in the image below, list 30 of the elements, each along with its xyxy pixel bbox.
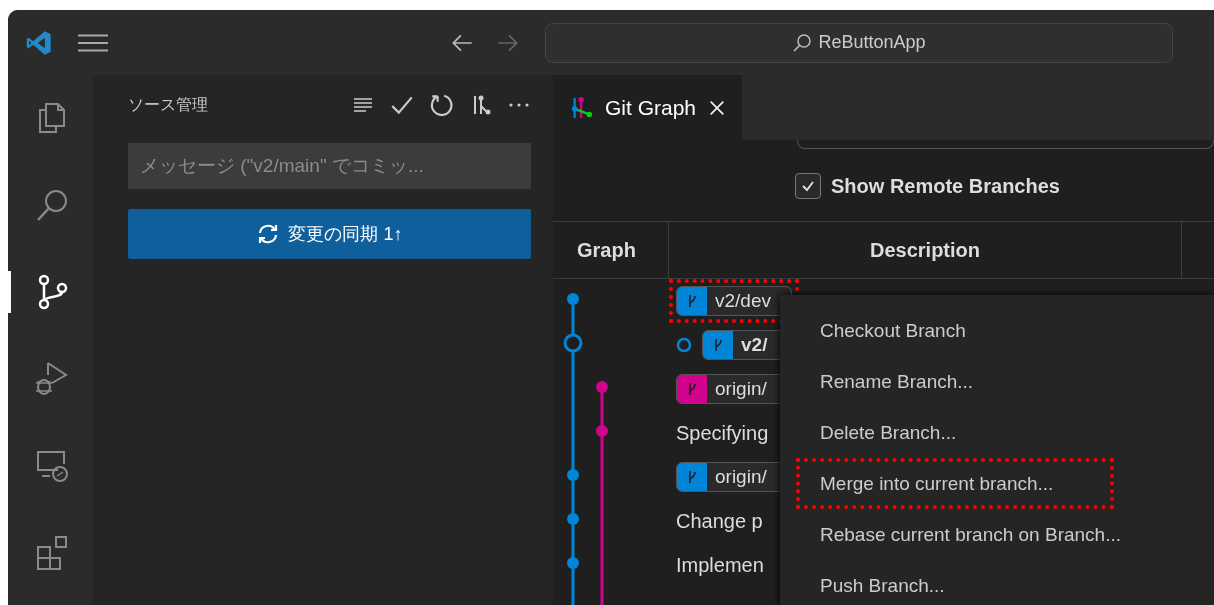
column-header: Description [669, 222, 1182, 278]
branch-label[interactable]: v2/dev [676, 286, 792, 316]
menu-item[interactable]: Delete Branch... [784, 407, 1204, 458]
refresh-icon[interactable] [429, 92, 455, 118]
menu-item[interactable]: Push Branch... [784, 560, 1204, 605]
menu-item[interactable]: Merge into current branch... [796, 458, 1114, 509]
head-commit-circle [563, 333, 583, 353]
commit-dot [567, 557, 579, 569]
commit-dot [567, 469, 579, 481]
sync-changes-button[interactable]: 変更の同期 1↑ [128, 209, 531, 259]
sidebar-title: ソース管理 [128, 94, 208, 116]
search-icon [792, 32, 813, 53]
git-graph-icon [571, 94, 593, 121]
commit-dot [567, 513, 579, 525]
show-remote-branches-checkbox[interactable]: Show Remote Branches [795, 171, 1214, 201]
commit-dot [596, 381, 608, 393]
commit-message-field[interactable]: メッセージ ("v2/main" でコミッ... [128, 143, 531, 189]
close-icon[interactable] [708, 98, 727, 117]
commit-dot [567, 293, 579, 305]
editor-tab[interactable]: Git Graph [553, 75, 743, 140]
checkbox[interactable] [795, 173, 821, 199]
menu-item[interactable]: Rebase current branch on Branch... [784, 509, 1204, 560]
command-search-field[interactable]: ReButtonApp [545, 22, 1173, 63]
head-circle-icon [676, 337, 692, 353]
commit-dot [596, 425, 608, 437]
commit-message: Specifying [676, 421, 769, 445]
column-header: Graph [553, 222, 669, 278]
menu-icon[interactable] [77, 32, 109, 53]
commit-message: Implemen [676, 553, 764, 577]
commit-message: Change p [676, 509, 763, 533]
